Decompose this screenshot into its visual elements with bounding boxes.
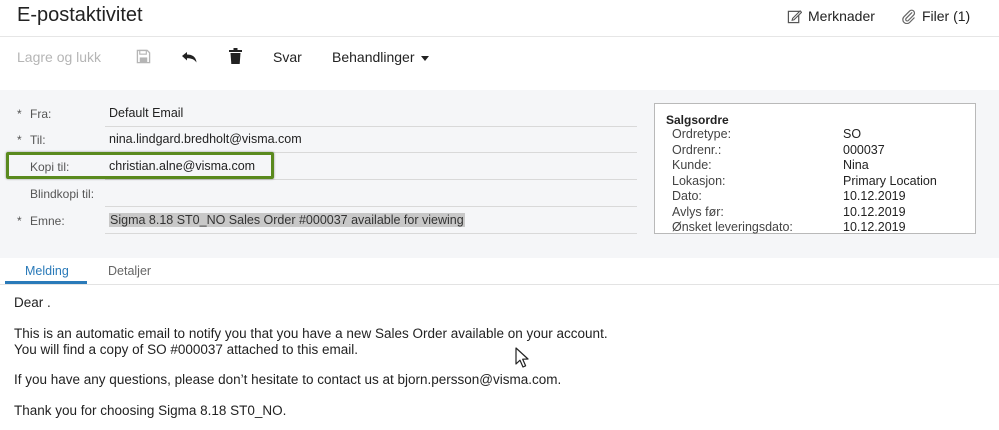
so-label-order-type: Ordretype: (672, 127, 732, 141)
so-value-customer: Nina (843, 158, 869, 172)
so-label-order-number: Ordrenr.: (672, 142, 722, 157)
bcc-label: Blindkopi til: (30, 187, 95, 201)
message-line: Thank you for choosing Sigma 8.18 ST0_NO… (14, 403, 287, 418)
so-value-order-type: SO (843, 127, 862, 141)
message-line: You will find a copy of SO #000037 attac… (14, 342, 358, 357)
mouse-pointer-icon (515, 347, 529, 368)
cc-highlight-box (6, 152, 274, 179)
from-field: * Fra: Default Email (17, 101, 637, 127)
subject-selected-text: Sigma 8.18 ST0_NO Sales Order #000037 av… (109, 213, 465, 227)
actions-dropdown[interactable]: Behandlinger (332, 49, 429, 65)
title-bar: E-postaktivitet Merknader Filer (1) (0, 0, 999, 37)
message-line: If you have any questions, please don’t … (14, 372, 562, 387)
undo-button[interactable] (181, 51, 198, 69)
required-marker: * (17, 133, 22, 147)
so-label-date: Dato: (672, 189, 702, 203)
subject-input[interactable]: Sigma 8.18 ST0_NO Sales Order #000037 av… (109, 213, 465, 227)
reply-button[interactable]: Svar (273, 49, 302, 65)
subject-label: Emne: (30, 214, 65, 228)
bcc-field: Blindkopi til: (17, 181, 637, 207)
save-button[interactable] (136, 49, 151, 69)
so-label-customer: Kunde: (672, 158, 712, 172)
save-close-button[interactable]: Lagre og lukk (17, 49, 101, 65)
so-value-date: 10.12.2019 (843, 189, 906, 203)
message-line: This is an automatic email to notify you… (14, 326, 608, 341)
so-value-location: Primary Location (843, 173, 937, 188)
delete-button[interactable] (229, 48, 242, 69)
to-label: Til: (30, 133, 46, 147)
to-input[interactable]: nina.lindgard.bredholt@visma.com (109, 132, 302, 146)
required-marker: * (17, 107, 22, 121)
edit-note-icon (787, 9, 802, 23)
files-label: Filer (1) (922, 8, 971, 24)
so-label-requested-delivery: Ønsket leveringsdato: (672, 220, 793, 234)
files-button[interactable]: Filer (1) (901, 8, 970, 24)
so-label-cancel-before: Avlys før: (672, 204, 724, 219)
tab-bar: Melding Detaljer (0, 258, 999, 284)
from-label: Fra: (30, 107, 52, 121)
so-value-requested-delivery: 10.12.2019 (843, 220, 906, 234)
toolbar: Lagre og lukk Svar Behandlinger (0, 37, 999, 83)
sales-order-panel: Salgsordre Ordretype: SO Ordrenr.: 00003… (654, 103, 976, 234)
undo-icon (182, 52, 197, 63)
trash-icon (229, 48, 242, 64)
so-value-order-number[interactable]: 000037 (843, 143, 885, 157)
message-line: Dear . (14, 295, 51, 310)
to-field: * Til: nina.lindgard.bredholt@visma.com (17, 127, 637, 153)
so-label-location: Lokasjon: (672, 173, 726, 188)
tab-details[interactable]: Detaljer (108, 264, 151, 278)
subject-field: * Emne: Sigma 8.18 ST0_NO Sales Order #00… (17, 208, 637, 234)
page-title: E-postaktivitet (17, 4, 143, 26)
notes-label: Merknader (808, 8, 875, 24)
caret-down-icon (420, 55, 429, 61)
so-value-cancel-before: 10.12.2019 (843, 204, 906, 219)
from-input[interactable]: Default Email (109, 106, 183, 120)
paperclip-icon (902, 9, 916, 24)
tab-message[interactable]: Melding (25, 264, 69, 278)
save-icon (136, 49, 151, 64)
required-marker: * (17, 214, 22, 228)
sales-order-title: Salgsordre (666, 113, 729, 127)
notes-button[interactable]: Merknader (787, 8, 875, 24)
actions-label: Behandlinger (332, 49, 415, 65)
